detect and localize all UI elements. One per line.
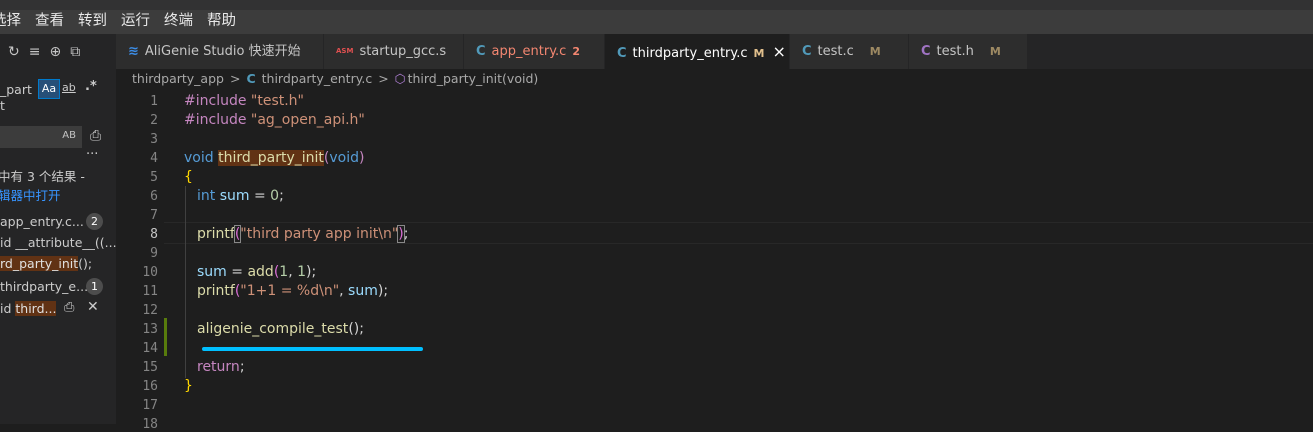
menu-item[interactable]: 转到 xyxy=(78,11,107,31)
editor-tab-bar: ≋ AliGenie Studio 快速开始 ASM startup_gcc.s Cap… xyxy=(116,34,1313,69)
line-number: 4 xyxy=(150,151,158,166)
search-input-text[interactable]: _part xyxy=(0,82,32,97)
breadcrumb-folder[interactable]: thirdparty_app xyxy=(132,71,224,86)
new-search-editor-icon[interactable]: ⊕ xyxy=(49,44,61,60)
result-file-app-entry[interactable]: app_entry.c... xyxy=(0,214,84,229)
more-options-icon[interactable]: ··· xyxy=(86,147,98,162)
result-count-badge: 2 xyxy=(86,213,103,230)
line-number: 3 xyxy=(150,132,158,147)
result-summary: 中有 3 个结果 - xyxy=(0,169,85,184)
title-strip xyxy=(0,0,1313,10)
result-line[interactable]: id __attribute__((... xyxy=(0,235,116,250)
menu-items: 选择查看转到运行终端帮助 xyxy=(0,11,250,31)
tab-status-badge: M xyxy=(753,47,765,60)
menu-item[interactable]: 终端 xyxy=(164,11,193,31)
git-added-gutter-marker xyxy=(164,318,167,356)
line-number: 15 xyxy=(142,360,158,375)
tab-label: test.c xyxy=(817,44,854,59)
breadcrumb-separator: > xyxy=(229,71,241,86)
clear-results-icon[interactable]: ≡ xyxy=(29,44,41,60)
match-word-toggle[interactable]: ab xyxy=(62,81,76,94)
breadcrumb-separator: > xyxy=(378,71,389,86)
code-line-16[interactable]: } xyxy=(184,378,193,394)
close-icon[interactable]: × xyxy=(772,42,785,61)
code-line-5[interactable]: { xyxy=(184,169,193,185)
line-number: 14 xyxy=(142,341,158,356)
menu-item[interactable]: 运行 xyxy=(121,11,150,31)
match-case-toggle[interactable]: Aa xyxy=(38,79,60,99)
search-sidebar: ↻ ≡ ⊕ ⧉ _part t Aa ab .* AB ⎙ ··· 中有 3 个… xyxy=(0,34,116,424)
line-number: 13 xyxy=(142,322,158,337)
line-number: 8 xyxy=(150,227,158,242)
line-number: 9 xyxy=(150,246,158,261)
code-line-10[interactable]: sum = add(1, 1); xyxy=(197,264,316,280)
c-file-icon: C xyxy=(802,44,812,59)
code-line-6[interactable]: int sum = 0; xyxy=(197,188,284,204)
line-number: 18 xyxy=(142,417,158,432)
breadcrumb-symbol[interactable]: third_party_init(void) xyxy=(408,71,539,86)
tab-label: thirdparty_entry.c xyxy=(632,46,748,61)
line-number: 17 xyxy=(142,398,158,413)
c-file-icon: C xyxy=(476,44,486,59)
menu-item[interactable]: 查看 xyxy=(35,11,64,31)
line-number: 12 xyxy=(142,303,158,318)
indent-guide xyxy=(185,186,186,378)
result-file-thirdparty-entry[interactable]: thirdparty_e... xyxy=(0,279,88,294)
tab-status-badge: 2 xyxy=(572,45,580,58)
result-count-badge: 1 xyxy=(86,278,103,295)
open-in-editor-link[interactable]: 辑器中打开 xyxy=(0,185,61,204)
line-number: 7 xyxy=(150,208,158,223)
tab-status-badge: M xyxy=(869,45,881,58)
refresh-icon[interactable]: ↻ xyxy=(8,44,20,60)
symbol-method-icon: ⬡ xyxy=(394,71,406,86)
tab-label: startup_gcc.s xyxy=(359,44,447,59)
regex-toggle[interactable]: .* xyxy=(85,79,97,94)
tab-label: AliGenie Studio 快速开始 xyxy=(144,44,301,59)
code-line-8[interactable]: printf("third party app init\n"); xyxy=(197,225,408,243)
line-number: 2 xyxy=(150,113,158,128)
menu-item[interactable]: 帮助 xyxy=(207,11,236,31)
line-number: 5 xyxy=(150,170,158,185)
breadcrumb-file[interactable]: thirdparty_entry.c xyxy=(262,71,373,86)
preserve-case-toggle[interactable]: AB xyxy=(62,130,76,141)
tab-startup-gcc-s[interactable]: ASM startup_gcc.s xyxy=(324,34,464,69)
line-number: 1 xyxy=(150,94,158,109)
dismiss-icon[interactable]: ✕ xyxy=(87,299,99,315)
welcome-icon: ≋ xyxy=(128,44,139,59)
code-line-11[interactable]: printf("1+1 = %d\n", sum); xyxy=(197,283,388,299)
tab-test-h[interactable]: Ctest.h M xyxy=(909,34,1028,69)
c-file-icon: C xyxy=(246,71,256,86)
tab-status-badge: M xyxy=(989,45,1001,58)
line-number: 16 xyxy=(142,379,158,394)
search-input-text-cont[interactable]: t xyxy=(0,98,5,113)
code-line-4[interactable]: void third_party_init(void) xyxy=(184,150,364,166)
result-line[interactable]: rd_party_init(); xyxy=(0,256,92,271)
tab-app-entry-c[interactable]: Capp_entry.c 2 xyxy=(464,34,605,69)
replace-icon[interactable]: ⎙ xyxy=(64,300,74,315)
tab-test-c[interactable]: Ctest.c M xyxy=(790,34,909,69)
code-line-2[interactable]: #include "ag_open_api.h" xyxy=(184,112,365,128)
error-squiggle xyxy=(202,347,423,351)
tab-aligenie-studio-[interactable]: ≋ AliGenie Studio 快速开始 xyxy=(116,34,324,69)
collapse-all-icon[interactable]: ⧉ xyxy=(70,44,80,60)
line-number: 10 xyxy=(142,265,158,280)
replace-input[interactable]: AB xyxy=(0,126,82,148)
code-line-1[interactable]: #include "test.h" xyxy=(184,93,304,109)
menu-item[interactable]: 选择 xyxy=(0,11,21,31)
result-line-selected[interactable]: id third... xyxy=(0,301,57,316)
replace-all-icon[interactable]: ⎙ xyxy=(90,128,101,144)
c-file-icon: C xyxy=(617,46,627,61)
tab-thirdparty-entry-c[interactable]: Cthirdparty_entry.c M × xyxy=(605,34,790,69)
menu-bar: 选择查看转到运行终端帮助 xyxy=(0,0,1313,34)
tab-label: test.h xyxy=(936,44,974,59)
tab-label: app_entry.c xyxy=(491,44,567,59)
code-line-15[interactable]: return; xyxy=(197,359,245,375)
breadcrumb: thirdparty_app > C thirdparty_entry.c > … xyxy=(132,71,538,86)
asm-file-icon: ASM xyxy=(336,47,354,55)
code-line-13[interactable]: aligenie_compile_test(); xyxy=(197,321,364,337)
line-number: 6 xyxy=(150,189,158,204)
line-number: 11 xyxy=(142,284,158,299)
c-file-icon: C xyxy=(921,44,931,59)
